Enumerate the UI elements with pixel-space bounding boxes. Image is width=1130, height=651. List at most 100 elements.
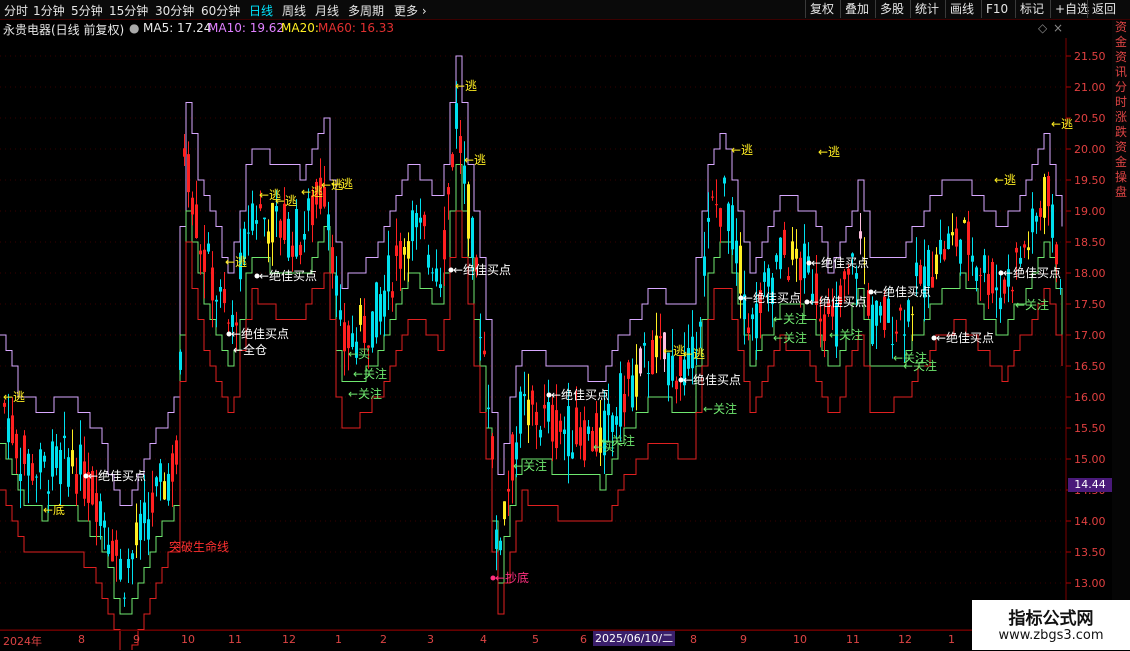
candle-body xyxy=(903,334,906,336)
side-tab-char[interactable]: 跌 xyxy=(1112,125,1130,140)
candle-body xyxy=(451,154,454,168)
candle-body xyxy=(255,220,258,224)
side-tab-char[interactable]: 时 xyxy=(1112,95,1130,110)
candle-body xyxy=(1027,247,1030,251)
candle-body xyxy=(167,473,170,501)
price-tick-label: 13.00 xyxy=(1074,577,1106,590)
side-tab-char[interactable]: 讯 xyxy=(1112,65,1130,80)
right-side-panel[interactable]: 资 金 资 讯 分 时 涨 跌 资 金 操 盘 xyxy=(1112,20,1130,630)
candle-body xyxy=(447,187,450,195)
candle-body xyxy=(1039,208,1042,217)
candle-body xyxy=(747,327,750,334)
candlestick-chart[interactable]: ←逃←绝佳买点←底突破生命线←逃←绝佳买点←绝佳买点←逃←逃←逃←逃←逃←全仓 ←… xyxy=(0,0,1130,650)
candle-body xyxy=(7,418,10,443)
signal-label: ←底 xyxy=(43,502,65,517)
candle-body xyxy=(763,272,766,282)
candle-body xyxy=(523,393,526,397)
candle-body xyxy=(483,350,486,355)
candle-body xyxy=(327,214,330,231)
signal-label: ←绝佳买点 xyxy=(453,262,511,277)
candle-body xyxy=(675,380,678,390)
candle-body xyxy=(191,197,194,215)
candle-body xyxy=(875,300,878,326)
candle-body xyxy=(891,344,894,346)
candle-body xyxy=(955,228,958,247)
candle-body xyxy=(963,219,966,223)
candle-body xyxy=(1047,175,1050,207)
side-tab-char[interactable]: 盘 xyxy=(1112,185,1130,200)
signal-label: ←绝佳买点 xyxy=(259,268,317,283)
candle-body xyxy=(435,268,438,282)
candle-body xyxy=(795,248,798,259)
candle-body xyxy=(579,427,582,446)
candle-body xyxy=(859,231,862,239)
signal-label: ←逃 xyxy=(731,143,753,157)
price-tick-label: 21.00 xyxy=(1074,81,1106,94)
candle-body xyxy=(707,217,710,222)
side-tab-char[interactable]: 金 xyxy=(1112,35,1130,50)
candle-body xyxy=(703,256,706,276)
candle-body xyxy=(627,362,630,379)
candle-body xyxy=(31,463,34,481)
date-tick-label: 9 xyxy=(740,633,747,646)
candle-body xyxy=(99,501,102,526)
candle-body xyxy=(487,407,490,410)
candle-body xyxy=(335,275,338,296)
candle-body xyxy=(207,243,210,252)
candle-body xyxy=(671,355,674,381)
candle-body xyxy=(63,435,66,439)
candle-body xyxy=(1051,204,1054,238)
candle-body xyxy=(491,436,494,460)
signal-label: ←逃 xyxy=(331,177,353,191)
candle-body xyxy=(699,321,702,327)
signal-label: ←全仓 xyxy=(233,342,267,357)
candle-body xyxy=(1011,289,1014,292)
side-tab-char[interactable]: 金 xyxy=(1112,155,1130,170)
candle-body xyxy=(227,322,230,324)
side-tab-char[interactable]: 资 xyxy=(1112,50,1130,65)
candle-body xyxy=(379,294,382,322)
signal-label: 突破生命线 xyxy=(169,539,229,554)
candle-body xyxy=(1043,177,1046,218)
candle-body xyxy=(711,196,714,198)
candle-body xyxy=(959,239,962,264)
signal-label: ←逃 xyxy=(464,153,486,167)
candle-body xyxy=(123,597,126,599)
price-tick-label: 14.00 xyxy=(1074,515,1106,528)
side-tab-char[interactable]: 涨 xyxy=(1112,110,1130,125)
candle-body xyxy=(203,249,206,272)
price-tick-label: 18.50 xyxy=(1074,236,1106,249)
current-price-tag: 14.44 xyxy=(1068,478,1112,492)
candle-body xyxy=(119,558,122,580)
price-tick-label: 17.00 xyxy=(1074,329,1106,342)
date-tick-label: 1 xyxy=(335,633,342,646)
candle-body xyxy=(551,404,554,442)
candle-body xyxy=(935,254,938,275)
candle-body xyxy=(399,240,402,269)
stop-line xyxy=(0,210,1063,650)
candle-body xyxy=(779,237,782,270)
candle-body xyxy=(515,442,518,460)
candle-body xyxy=(459,136,462,153)
signal-label: ←买 xyxy=(348,347,370,361)
date-tick-label: 5 xyxy=(532,633,539,646)
candle-body xyxy=(947,233,950,250)
side-tab-char[interactable]: 资 xyxy=(1112,140,1130,155)
candle-body xyxy=(71,450,74,467)
candle-body xyxy=(371,311,374,348)
candle-body xyxy=(871,304,874,345)
candle-body xyxy=(395,245,398,256)
price-tick-label: 16.50 xyxy=(1074,360,1106,373)
candle-body xyxy=(267,231,270,244)
side-tab-char[interactable]: 操 xyxy=(1112,170,1130,185)
candle-body xyxy=(951,232,954,236)
side-tab-char[interactable]: 资 xyxy=(1112,20,1130,35)
side-tab-char[interactable]: 分 xyxy=(1112,80,1130,95)
candle-body xyxy=(623,393,626,413)
candle-body xyxy=(339,310,342,320)
candle-body xyxy=(183,148,186,157)
candle-body xyxy=(287,218,290,258)
candle-body xyxy=(219,286,222,292)
candle-body xyxy=(135,522,138,546)
date-tick-label: 2024年 xyxy=(3,635,42,648)
